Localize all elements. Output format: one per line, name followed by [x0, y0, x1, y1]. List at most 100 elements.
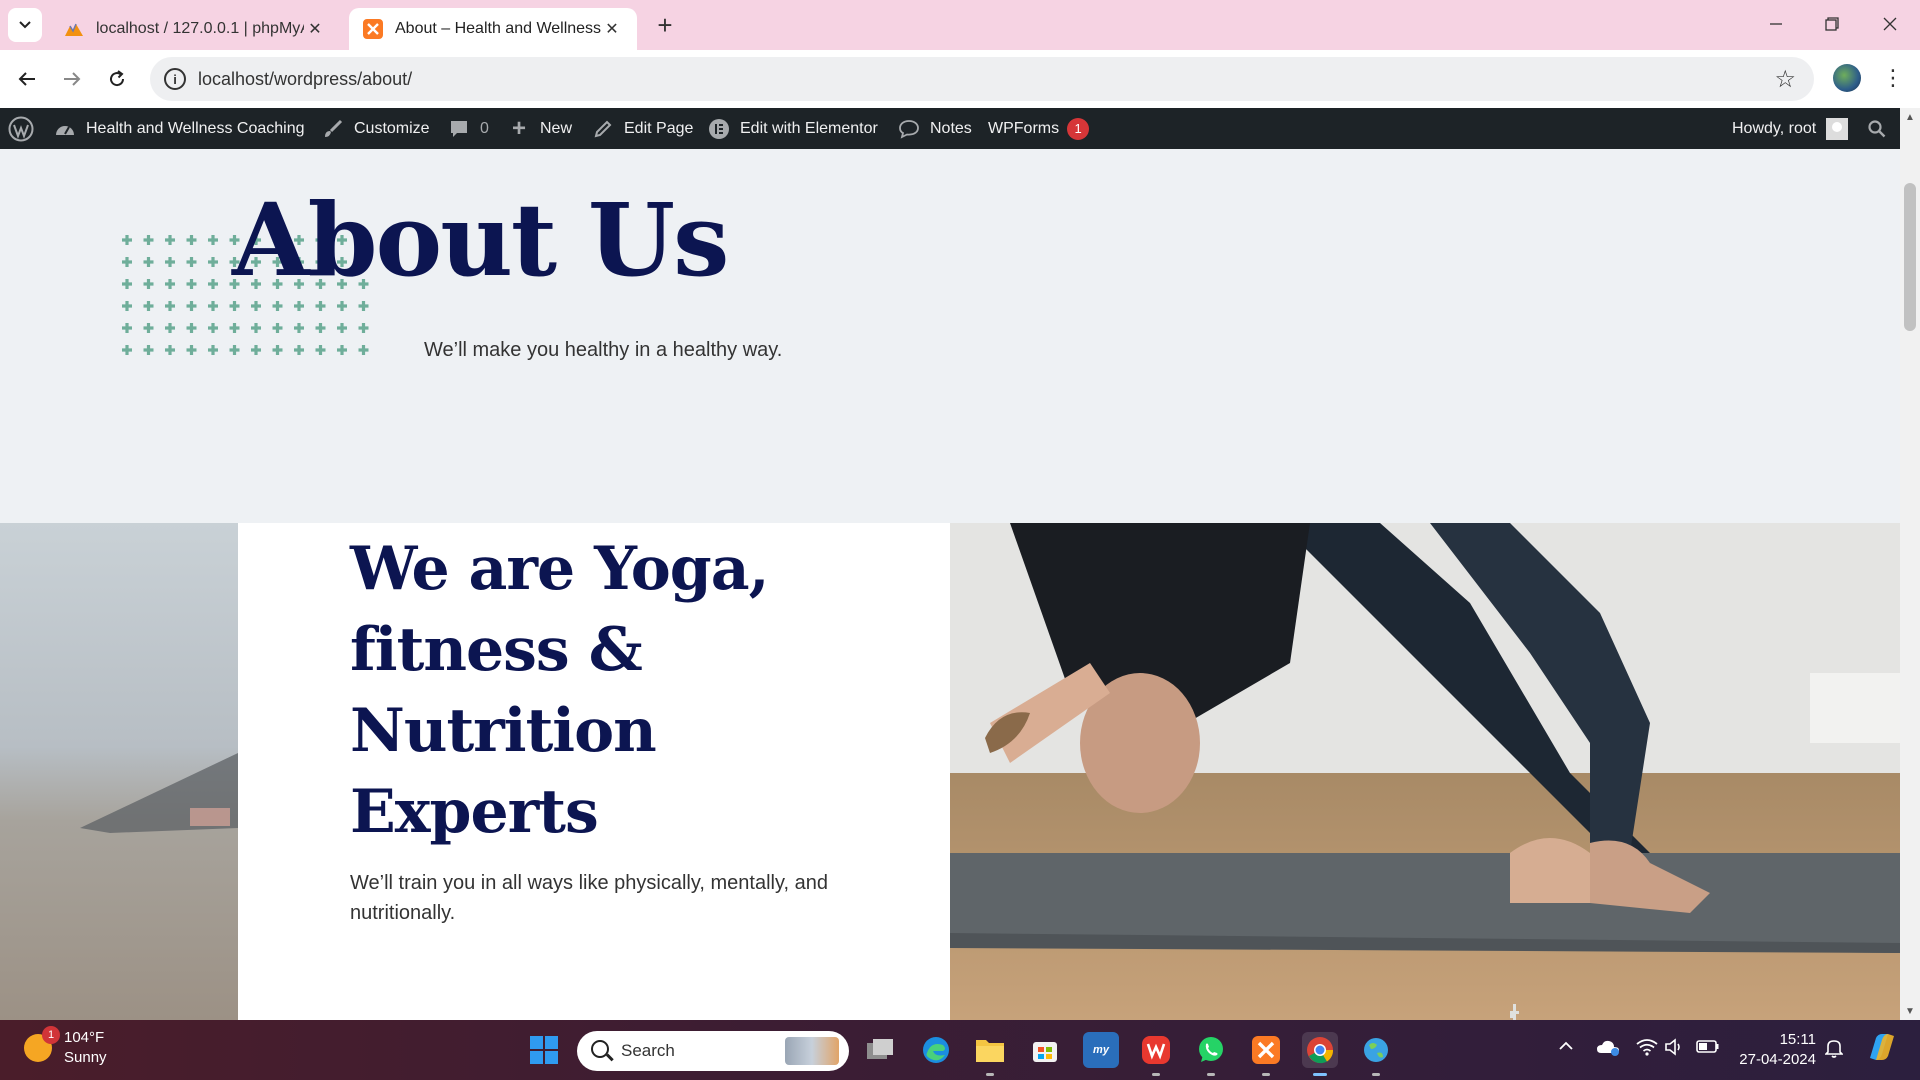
wpforms-link[interactable]: WPForms 1 — [988, 108, 1090, 149]
decorative-cross — [122, 301, 132, 311]
browser-tab-strip: localhost / 127.0.0.1 | phpMyAdmin ✕ Abo… — [0, 0, 1920, 50]
minimize-icon — [1770, 23, 1782, 25]
avatar — [1826, 117, 1849, 140]
customize-link[interactable]: Customize — [322, 108, 430, 149]
close-icon[interactable]: ✕ — [304, 18, 326, 40]
wifi-icon[interactable] — [1636, 1038, 1658, 1061]
bookmark-star-icon[interactable]: ☆ — [1774, 65, 1796, 94]
weather-badge: 1 — [42, 1026, 60, 1044]
taskbar-mysql-workbench[interactable]: my — [1083, 1032, 1119, 1068]
wps-office-icon — [1142, 1036, 1170, 1064]
tab-about[interactable]: About – Health and Wellness Coaching ✕ — [349, 8, 637, 50]
new-label: New — [540, 119, 573, 137]
reload-button[interactable] — [100, 62, 134, 96]
profile-avatar[interactable] — [1833, 64, 1861, 92]
scroll-down-arrow-icon[interactable]: ▼ — [1900, 1002, 1920, 1020]
new-tab-button[interactable]: + — [650, 10, 680, 40]
decorative-cross — [186, 345, 197, 355]
decorative-cross — [165, 323, 175, 333]
taskbar-file-explorer[interactable] — [972, 1032, 1008, 1076]
mysql-icon: my — [1093, 1044, 1109, 1056]
pencil-icon — [592, 118, 614, 140]
taskbar-search-box[interactable]: Search — [577, 1031, 849, 1071]
dashboard-icon — [54, 118, 76, 140]
wordpress-logo-icon[interactable] — [8, 108, 34, 149]
start-button[interactable] — [526, 1032, 562, 1068]
decorative-cross — [143, 301, 154, 311]
tab-phpmyadmin[interactable]: localhost / 127.0.0.1 | phpMyAdmin ✕ — [50, 8, 340, 50]
arrow-left-icon — [18, 72, 35, 86]
battery-icon[interactable] — [1696, 1038, 1720, 1059]
admin-search-button[interactable] — [1868, 108, 1886, 149]
my-account-link[interactable]: Howdy, root — [1732, 108, 1849, 149]
globe-icon — [1364, 1038, 1388, 1062]
volume-icon[interactable] — [1664, 1038, 1684, 1061]
minimize-button[interactable] — [1748, 0, 1804, 48]
store-icon — [1033, 1042, 1057, 1062]
task-view-button[interactable] — [862, 1032, 898, 1068]
folder-icon — [976, 1040, 1004, 1062]
decorative-cross — [208, 279, 218, 289]
decorative-cross — [358, 301, 369, 311]
clock[interactable]: 15:11 27-04-2024 — [1736, 1030, 1816, 1070]
page-content: About Us We’ll make you healthy in a hea… — [0, 149, 1900, 1020]
restore-button[interactable] — [1804, 0, 1860, 48]
decorative-cross — [272, 301, 283, 311]
decorative-cross — [186, 323, 197, 333]
decorative-cross — [251, 323, 261, 333]
site-name-label: Health and Wellness Coaching — [86, 119, 305, 137]
browser-menu-icon[interactable]: ⋮ — [1882, 64, 1904, 92]
decorative-cross — [337, 345, 347, 355]
taskbar-store[interactable] — [1027, 1032, 1063, 1068]
close-window-button[interactable] — [1862, 0, 1918, 48]
scroll-up-arrow-icon[interactable]: ▲ — [1900, 108, 1920, 126]
edit-page-link[interactable]: Edit Page — [592, 108, 693, 149]
taskbar-edge[interactable] — [918, 1032, 954, 1068]
close-icon[interactable]: ✕ — [601, 18, 623, 40]
weather-description: Sunny — [64, 1049, 107, 1066]
taskbar-globe-app[interactable] — [1358, 1032, 1394, 1076]
scrollbar-thumb[interactable] — [1904, 183, 1916, 331]
notification-bell-icon[interactable] — [1824, 1038, 1844, 1063]
copilot-icon[interactable] — [1866, 1032, 1898, 1067]
show-hidden-icons-chevron-icon[interactable] — [1558, 1038, 1574, 1059]
decorative-cross — [315, 345, 326, 355]
decorative-cross — [143, 257, 154, 267]
taskbar-xampp[interactable] — [1248, 1032, 1284, 1076]
page-scrollbar[interactable]: ▲ ▼ — [1900, 108, 1920, 1020]
hero-title: We are Yoga, fitness & Nutrition Experts — [350, 534, 769, 847]
site-info-icon[interactable]: i — [164, 68, 186, 90]
new-content-link[interactable]: + New — [508, 108, 572, 149]
decorative-cross — [358, 323, 369, 333]
taskbar-chrome[interactable] — [1302, 1032, 1338, 1076]
weather-widget[interactable]: 1 104°F Sunny — [24, 1026, 107, 1068]
yoga-photo — [950, 523, 1900, 1020]
site-name-link[interactable]: Health and Wellness Coaching — [54, 108, 305, 149]
decorative-cross — [337, 323, 347, 333]
phpmyadmin-icon — [64, 19, 84, 39]
taskbar-whatsapp[interactable] — [1193, 1032, 1229, 1076]
page-tagline: We’ll make you healthy in a healthy way. — [424, 339, 783, 361]
page-title: About Us — [232, 181, 729, 299]
taskbar-wps-office[interactable] — [1138, 1032, 1174, 1076]
notes-link[interactable]: Notes — [898, 108, 972, 149]
weather-temperature: 104°F — [64, 1029, 105, 1046]
edit-with-elementor-link[interactable]: Edit with Elementor — [708, 108, 878, 149]
decorative-cross — [165, 301, 175, 311]
decorative-cross — [165, 257, 175, 267]
decorative-cross — [208, 257, 218, 267]
chrome-icon — [1307, 1037, 1334, 1064]
comments-link[interactable]: 0 — [448, 108, 489, 149]
search-highlight-image — [785, 1037, 839, 1065]
paintbrush-icon — [322, 118, 344, 140]
decorative-cross — [186, 257, 197, 267]
onedrive-icon[interactable] — [1596, 1038, 1620, 1061]
tab-title: localhost / 127.0.0.1 | phpMyAdmin — [96, 20, 304, 37]
address-bar[interactable]: i localhost/wordpress/about/ ☆ — [150, 57, 1814, 101]
forward-button[interactable] — [55, 62, 89, 96]
tab-search-button[interactable] — [8, 8, 42, 42]
customize-label: Customize — [354, 119, 430, 137]
decorative-cross — [294, 323, 304, 333]
wpforms-notification-badge: 1 — [1067, 117, 1090, 140]
back-button[interactable] — [10, 62, 44, 96]
